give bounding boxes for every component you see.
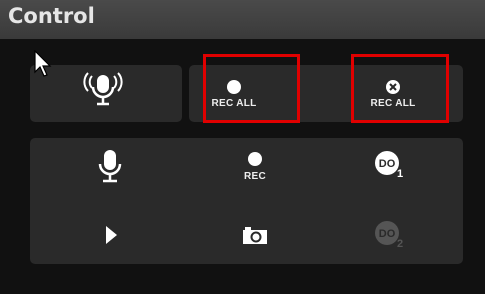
play-icon: [106, 226, 117, 244]
snapshot-button[interactable]: [225, 218, 285, 254]
highlight-cancel-record-all: [351, 54, 449, 123]
play-button[interactable]: [80, 218, 140, 254]
microphone-icon: [98, 150, 122, 183]
svg-text:DO: DO: [379, 158, 396, 170]
panel-title: Control: [8, 4, 95, 28]
panel-header: Control: [0, 0, 485, 39]
svg-text:DO: DO: [379, 228, 396, 240]
mouse-cursor-icon: [34, 50, 52, 77]
record-dot-icon: [248, 152, 262, 166]
camera-icon: [243, 227, 267, 244]
do-2-icon: DO 2: [375, 221, 403, 250]
record-button[interactable]: REC: [225, 146, 285, 192]
record-label: REC: [243, 171, 266, 182]
do-1-icon: DO 1: [375, 151, 403, 180]
svg-text:2: 2: [397, 238, 403, 250]
broadcast-mic-icon: [83, 72, 123, 106]
control-grid: REC DO 1 DO 2: [30, 138, 463, 264]
highlight-record-all: [203, 54, 300, 123]
svg-text:1: 1: [397, 168, 403, 180]
do2-button[interactable]: DO 2: [360, 218, 420, 254]
microphone-button[interactable]: [80, 146, 140, 192]
do1-button[interactable]: DO 1: [360, 146, 420, 192]
